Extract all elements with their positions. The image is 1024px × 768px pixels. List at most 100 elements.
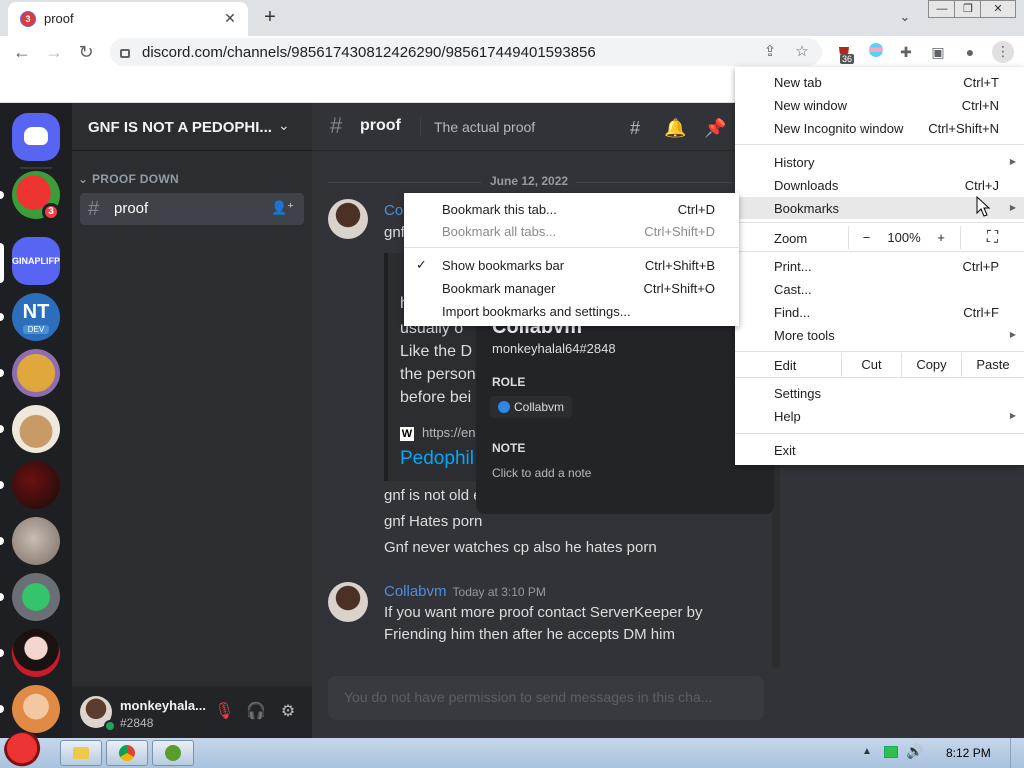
guild-dark-red[interactable] — [12, 461, 60, 509]
menu-item-more-tools[interactable]: More tools — [774, 328, 835, 343]
menu-separator — [735, 433, 1024, 434]
guild-ginaplifp[interactable]: GINAPLIFP — [12, 237, 60, 285]
notification-bell-icon[interactable]: 🔔 — [664, 117, 686, 139]
taskbar-clock[interactable]: 8:12 PM — [946, 746, 991, 760]
menu-item-print[interactable]: Print... — [774, 259, 812, 274]
volume-icon[interactable]: 🔊 — [906, 743, 923, 760]
headphones-icon[interactable]: 🎧 — [246, 702, 266, 722]
guild-dev-label: DEV — [23, 325, 49, 334]
network-icon[interactable] — [884, 746, 898, 758]
paste-button[interactable]: Paste — [961, 353, 1024, 377]
window-close-button[interactable]: ✕ — [980, 0, 1016, 18]
menu-item-help[interactable]: Help — [774, 409, 801, 424]
bookmark-star-icon[interactable]: ☆ — [792, 42, 812, 62]
mute-mic-icon[interactable]: 🎙 — [214, 702, 234, 722]
chrome-menu-kebab-icon[interactable]: ⋮ — [992, 41, 1014, 63]
submenu-item-show-bookmarks-bar[interactable]: Show bookmarks bar — [442, 258, 564, 273]
menu-separator — [735, 251, 1024, 252]
unread-pill — [0, 537, 4, 545]
browser-tab[interactable]: 3 proof ✕ — [8, 2, 248, 36]
share-icon[interactable]: ⇪ — [760, 42, 780, 62]
forward-arrow-icon[interactable]: → — [42, 40, 66, 64]
message-header: Collabvm Today at 3:10 PM — [384, 583, 546, 600]
menu-item-cast[interactable]: Cast... — [774, 282, 812, 297]
menu-item-incognito[interactable]: New Incognito window — [774, 121, 903, 136]
menu-item-find[interactable]: Find... — [774, 305, 810, 320]
zoom-in-button[interactable]: + — [924, 226, 958, 249]
embed-line: before bei — [400, 389, 472, 406]
server-name-header[interactable]: GNF IS NOT A PEDOPHI... — [88, 119, 272, 136]
guild-doge[interactable] — [12, 349, 60, 397]
back-arrow-icon[interactable]: ← — [10, 40, 34, 64]
submenu-arrow-icon: ▶ — [1009, 203, 1016, 212]
menu-separator — [735, 144, 1024, 145]
guild-cat[interactable] — [12, 517, 60, 565]
new-tab-button[interactable]: + — [258, 5, 282, 29]
reload-icon[interactable]: ↻ — [74, 40, 98, 64]
guild-anime-orange[interactable] — [12, 685, 60, 733]
chevron-down-icon[interactable]: ⌄ — [278, 117, 290, 134]
menu-item-edit: Edit — [774, 358, 797, 373]
taskbar-app-icon[interactable] — [152, 740, 194, 766]
selected-pill — [0, 243, 4, 283]
copy-button[interactable]: Copy — [901, 353, 961, 377]
settings-gear-icon[interactable]: ⚙ — [278, 702, 298, 722]
channel-topic[interactable]: The actual proof — [434, 119, 535, 135]
pride-extension-icon[interactable] — [866, 42, 886, 62]
menu-item-new-tab[interactable]: New tab — [774, 75, 822, 90]
threads-icon[interactable]: # — [624, 117, 646, 139]
submenu-item-bookmark-all[interactable]: Bookmark all tabs... — [442, 224, 556, 239]
submenu-item-import[interactable]: Import bookmarks and settings... — [442, 304, 631, 319]
unread-pill — [0, 313, 4, 321]
embed-link[interactable]: https://en. — [422, 425, 479, 440]
minimize-button[interactable]: — — [928, 0, 956, 18]
message-input[interactable]: You do not have permission to send messa… — [328, 676, 764, 720]
role-heading: ROLE — [492, 375, 526, 389]
message-avatar[interactable] — [328, 199, 368, 239]
embed-title[interactable]: Pedophil — [400, 448, 474, 470]
guild-nt-dev[interactable]: NT DEV — [12, 293, 60, 341]
profile-icon[interactable]: ● — [960, 42, 980, 62]
message-author[interactable]: Co — [384, 202, 403, 219]
taskbar-explorer-icon[interactable] — [60, 740, 102, 766]
mouse-cursor-icon — [976, 196, 991, 217]
unread-pill — [0, 593, 4, 601]
taskbar-chrome-icon[interactable] — [106, 740, 148, 766]
menu-item-new-window[interactable]: New window — [774, 98, 847, 113]
note-input[interactable]: Click to add a note — [492, 466, 591, 480]
cut-button[interactable]: Cut — [841, 353, 901, 377]
menu-item-downloads[interactable]: Downloads — [774, 178, 838, 193]
tab-search-chevron-icon[interactable]: ⌄ — [893, 6, 917, 28]
show-desktop-button[interactable] — [1010, 738, 1024, 768]
maximize-button[interactable]: ❐ — [954, 0, 982, 18]
zoom-out-button[interactable]: − — [848, 226, 884, 249]
submenu-item-bookmark-tab[interactable]: Bookmark this tab... — [442, 202, 557, 217]
guild-graduate-dog[interactable] — [12, 405, 60, 453]
menu-item-bookmarks[interactable]: Bookmarks — [774, 201, 839, 216]
channel-category[interactable]: ⌄ PROOF DOWN — [78, 172, 179, 186]
guild-green-logo[interactable] — [12, 573, 60, 621]
menu-item-history[interactable]: History — [774, 155, 814, 170]
discord-home-button[interactable] — [12, 113, 60, 161]
pin-icon[interactable]: 📌 — [704, 117, 726, 139]
message-avatar[interactable] — [328, 582, 368, 622]
extensions-puzzle-icon[interactable]: ✚ — [896, 42, 916, 62]
close-tab-icon[interactable]: ✕ — [220, 8, 240, 28]
guild-anime-red[interactable] — [12, 629, 60, 677]
user-tag: #2848 — [120, 716, 154, 730]
submenu-item-bookmark-manager[interactable]: Bookmark manager — [442, 281, 555, 296]
fullscreen-icon[interactable]: ⛶ — [960, 226, 1024, 249]
channel-item-proof[interactable]: # proof 👤⁺ — [80, 193, 304, 225]
embed-line: the person — [400, 366, 476, 383]
menu-item-exit[interactable]: Exit — [774, 443, 796, 458]
category-label: PROOF DOWN — [92, 172, 179, 186]
address-bar[interactable]: discord.com/channels/985617430812426290/… — [110, 38, 822, 66]
invite-user-icon[interactable]: 👤⁺ — [271, 200, 294, 216]
tray-up-arrow-icon[interactable]: ▲ — [862, 746, 872, 757]
menu-item-settings[interactable]: Settings — [774, 386, 821, 401]
start-button[interactable] — [4, 732, 44, 768]
message-author[interactable]: Collabvm — [384, 583, 447, 600]
side-panel-icon[interactable]: ▣ — [928, 42, 948, 62]
role-chip[interactable]: Collabvm — [490, 396, 573, 418]
popout-user-tag: monkeyhalal64#2848 — [492, 341, 616, 356]
